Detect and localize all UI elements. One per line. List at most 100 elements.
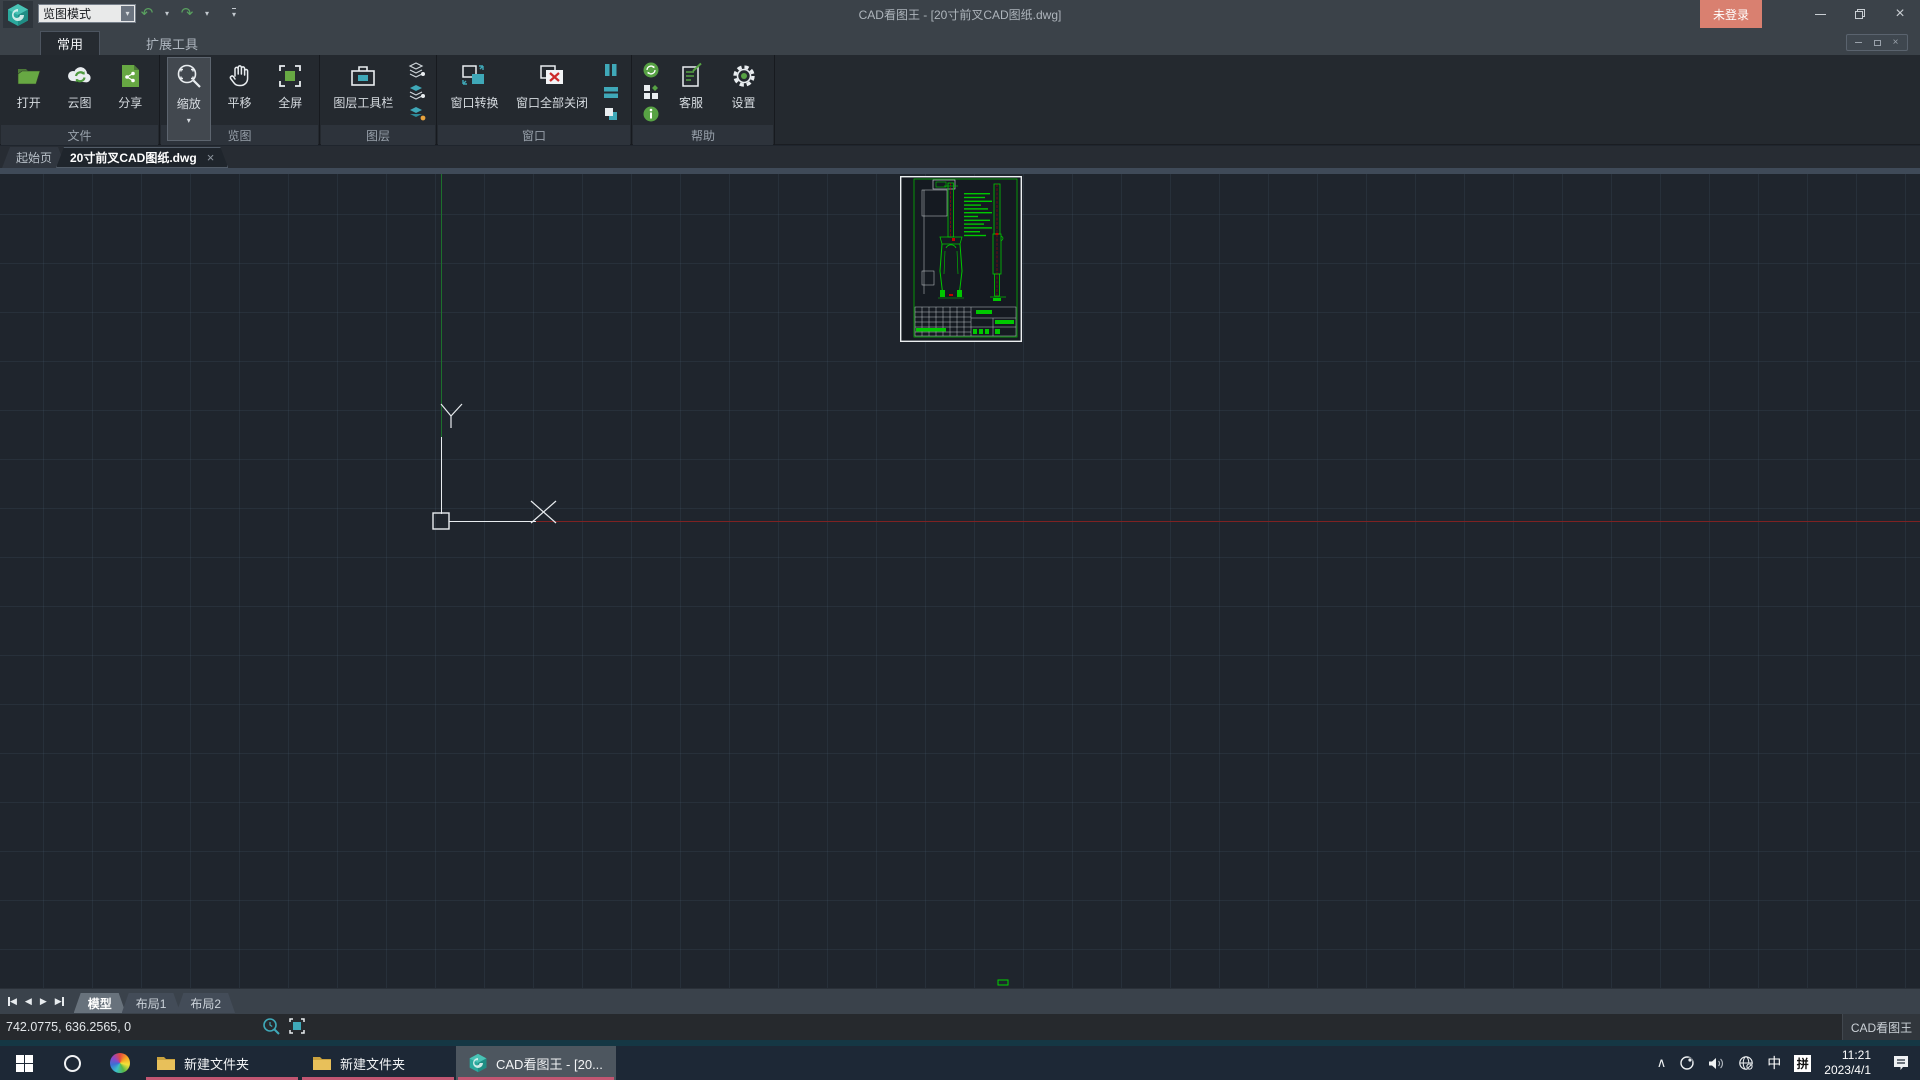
- window-switch-icon: [459, 60, 489, 92]
- close-all-windows-button[interactable]: 窗口全部关闭: [512, 57, 592, 111]
- view-mode-select[interactable]: 览图模式 ▾: [38, 4, 136, 23]
- layout-tab-layout1[interactable]: 布局1: [122, 993, 181, 1013]
- status-brand: CAD看图王: [1842, 1014, 1920, 1040]
- toolbar-overflow-button[interactable]: ▾: [218, 5, 236, 23]
- ribbon-tab-extended-tools[interactable]: 扩展工具: [130, 31, 214, 55]
- tile-horizontal-button[interactable]: [601, 83, 621, 101]
- redo-button[interactable]: ↷: [178, 5, 196, 23]
- tray-chevron-up-icon[interactable]: ∧: [1657, 1055, 1667, 1071]
- taskbar-folder2-button[interactable]: 新建文件夹: [300, 1046, 456, 1080]
- tile-vertical-button[interactable]: [601, 61, 621, 79]
- about-info-button[interactable]: [641, 105, 661, 123]
- windows-logo-icon: [16, 1055, 33, 1072]
- layer-mini-buttons: [407, 57, 427, 123]
- redo-icon: ↷: [181, 6, 194, 21]
- folder-icon: [312, 1055, 332, 1071]
- mdi-minimize-button[interactable]: [1852, 36, 1866, 49]
- group-label-window: 窗口: [438, 125, 630, 145]
- view-mode-value: 览图模式: [39, 5, 121, 22]
- first-tab-button[interactable]: ◀: [8, 996, 17, 1007]
- taskbar-clock[interactable]: 11:21 2023/4/1: [1824, 1048, 1871, 1078]
- doc-tab-start-page[interactable]: 起始页: [2, 147, 66, 168]
- browser-taskbar-button[interactable]: [96, 1046, 144, 1080]
- taskbar-folder1-button[interactable]: 新建文件夹: [144, 1046, 300, 1080]
- minimize-button[interactable]: [1800, 0, 1840, 28]
- ime-pinyin-indicator[interactable]: 拼: [1794, 1055, 1811, 1072]
- window-switch-button[interactable]: 窗口转换: [446, 57, 502, 111]
- cursor-coordinates: 742.0775, 636.2565, 0: [0, 1020, 131, 1034]
- quick-access-toolbar: 览图模式 ▾ ↶ ▾ ↷ ▾ ▾: [38, 4, 236, 23]
- last-tab-button[interactable]: ▶: [55, 996, 64, 1007]
- plugin-modules-button[interactable]: [641, 83, 661, 101]
- zoom-magnifier-icon: [174, 61, 204, 93]
- mdi-window-controls: ×: [1846, 34, 1908, 51]
- close-button[interactable]: ×: [1880, 0, 1920, 28]
- redo-dropdown-button[interactable]: ▾: [198, 5, 216, 23]
- caret-down-icon: ▾: [205, 9, 209, 18]
- mdi-close-button[interactable]: ×: [1889, 36, 1903, 49]
- settings-button[interactable]: 设置: [722, 57, 766, 111]
- pickbox-cursor: [433, 513, 449, 529]
- zoom-extents-button[interactable]: [288, 1017, 306, 1038]
- fullscreen-button[interactable]: 全屏: [268, 57, 312, 111]
- search-icon: [64, 1055, 81, 1072]
- customer-service-button[interactable]: 客服: [669, 57, 713, 111]
- app-logo-icon[interactable]: [3, 1, 33, 28]
- overflow-caret-icon: ▾: [232, 8, 236, 19]
- x-axis-label: [531, 501, 556, 523]
- layer-toolbar-button[interactable]: 图层工具栏: [329, 57, 397, 111]
- zoom-dropdown-caret-icon[interactable]: ▾: [187, 116, 191, 125]
- network-globe-icon[interactable]: [1738, 1055, 1754, 1071]
- doc-tab-drawing[interactable]: 20寸前叉CAD图纸.dwg ×: [56, 147, 228, 168]
- drawing-canvas[interactable]: [0, 174, 1920, 988]
- layout-tab-model[interactable]: 模型: [74, 993, 126, 1013]
- login-button[interactable]: 未登录: [1700, 0, 1762, 28]
- view-mode-caret-icon[interactable]: ▾: [121, 6, 134, 21]
- undo-icon: ↶: [141, 6, 154, 21]
- zoom-window-button[interactable]: [262, 1017, 280, 1038]
- open-button[interactable]: 打开: [7, 57, 51, 111]
- prev-tab-button[interactable]: ◀: [25, 996, 32, 1007]
- canvas-bottom-mark: [998, 980, 1008, 985]
- ribbon-tab-row: 常用 扩展工具 ×: [0, 28, 1920, 55]
- undo-button[interactable]: ↶: [138, 5, 156, 23]
- search-button[interactable]: [48, 1046, 96, 1080]
- zoom-button[interactable]: 缩放 ▾: [167, 57, 211, 141]
- volume-icon[interactable]: [1708, 1056, 1725, 1071]
- check-update-button[interactable]: [641, 61, 661, 79]
- tray-security-icon[interactable]: [1679, 1055, 1695, 1071]
- share-button[interactable]: 分享: [108, 57, 152, 111]
- taskbar-cad-app-button[interactable]: CAD看图王 - [20...: [456, 1046, 616, 1080]
- restore-icon: [1874, 40, 1881, 46]
- cloud-drawing-button[interactable]: 云图: [58, 57, 102, 111]
- undo-dropdown-button[interactable]: ▾: [158, 5, 176, 23]
- system-tray: ∧ 中 拼 11:21 2023/4/1: [1657, 1046, 1920, 1080]
- cascade-windows-button[interactable]: [601, 105, 621, 123]
- mdi-restore-button[interactable]: [1870, 36, 1884, 49]
- settings-gear-icon: [729, 60, 759, 92]
- action-center-icon[interactable]: [1892, 1055, 1910, 1071]
- app-window: 览图模式 ▾ ↶ ▾ ↷ ▾ ▾ CAD看图王 - [20寸前叉CAD图纸.dw…: [0, 0, 1920, 1080]
- ribbon-tab-common[interactable]: 常用: [40, 31, 100, 55]
- doc-tab-close-icon[interactable]: ×: [207, 150, 215, 165]
- ribbon-group-window: 窗口转换 窗口全部关闭: [437, 55, 632, 145]
- minimize-icon: [1855, 42, 1862, 43]
- y-axis-label: [441, 404, 462, 428]
- pan-button[interactable]: 平移: [218, 57, 262, 111]
- maximize-button[interactable]: [1840, 0, 1880, 28]
- ime-language-indicator[interactable]: 中: [1767, 1053, 1781, 1073]
- window-controls: ×: [1800, 0, 1920, 28]
- layer-list-button[interactable]: [407, 61, 427, 79]
- layout-tab-layout2[interactable]: 布局2: [176, 993, 235, 1013]
- layer-current-button[interactable]: [407, 105, 427, 123]
- help-mini-buttons: [641, 57, 661, 123]
- start-button[interactable]: [0, 1046, 48, 1080]
- pan-hand-icon: [225, 60, 255, 92]
- next-tab-button[interactable]: ▶: [40, 996, 47, 1007]
- folder-icon: [156, 1055, 176, 1071]
- share-doc-icon: [115, 60, 145, 92]
- layer-on-button[interactable]: [407, 83, 427, 101]
- support-doc-icon: [676, 60, 706, 92]
- cad-drawing-preview[interactable]: [900, 176, 1022, 342]
- fullscreen-icon: [275, 60, 305, 92]
